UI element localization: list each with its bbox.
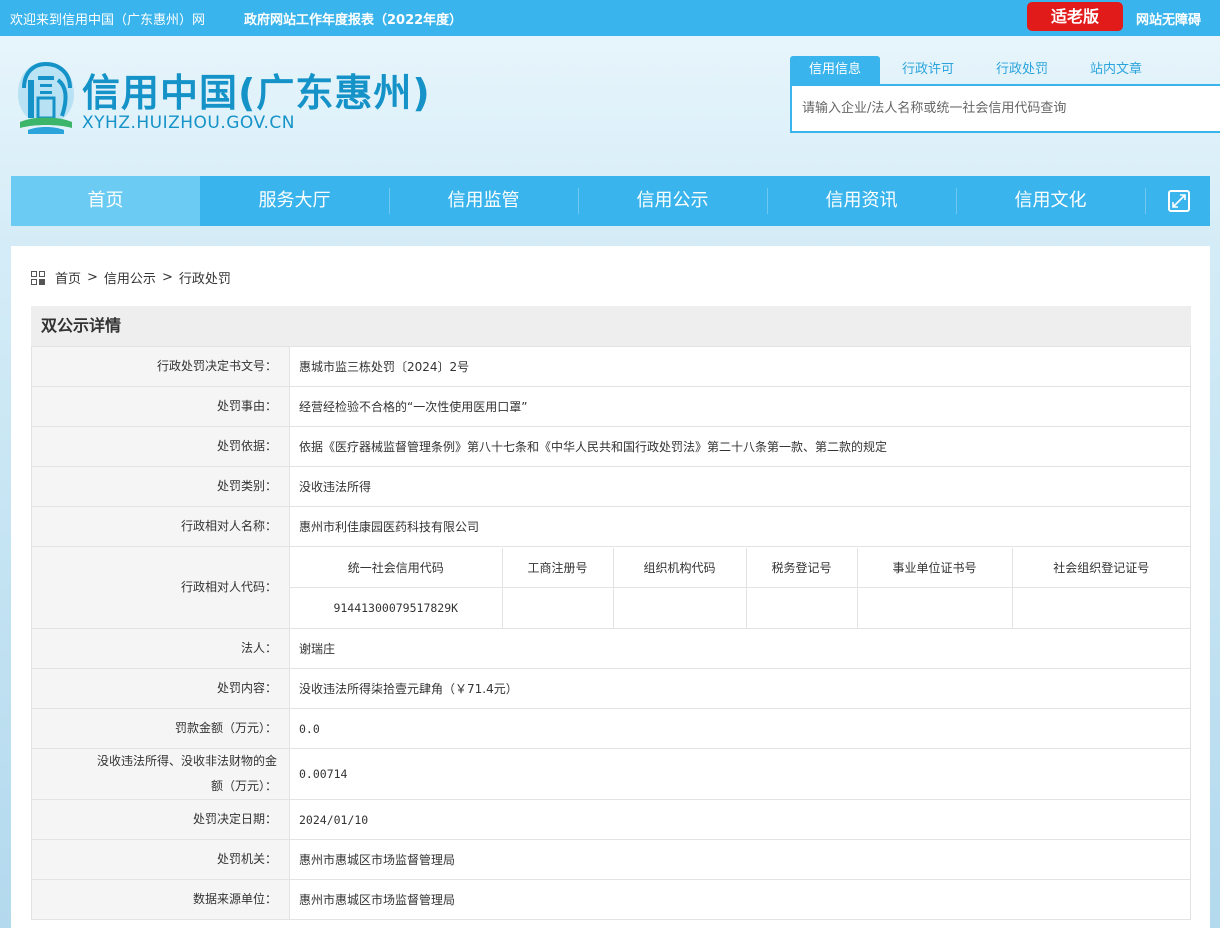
decision-number-value: 惠城市监三栋处罚〔2024〕2号 — [289, 346, 1191, 387]
party-name-value: 惠州市利佳康园医药科技有限公司 — [289, 506, 1191, 547]
table-row: 行政相对人代码： 统一社会信用代码 工商注册号 组织机构代码 税务登记号 事业单… — [31, 546, 1191, 629]
data-source-value: 惠州市惠城区市场监督管理局 — [289, 879, 1191, 920]
main-nav: 首页 服务大厅 信用监管 信用公示 信用资讯 信用文化 — [11, 176, 1210, 226]
row-label: 行政相对人代码： — [31, 546, 290, 629]
table-row: 罚款金额（万元）： 0.0 — [31, 708, 1191, 749]
penalty-category-value: 没收违法所得 — [289, 466, 1191, 507]
penalty-authority-value: 惠州市惠城区市场监督管理局 — [289, 839, 1191, 880]
detail-heading: 双公示详情 — [31, 306, 1191, 346]
party-code-cell: 统一社会信用代码 工商注册号 组织机构代码 税务登记号 事业单位证书号 社会组织… — [289, 546, 1191, 629]
code-header: 统一社会信用代码 — [290, 547, 503, 588]
nav-item-home[interactable]: 首页 — [11, 176, 200, 226]
code-header-row: 统一社会信用代码 工商注册号 组织机构代码 税务登记号 事业单位证书号 社会组织… — [290, 547, 1190, 588]
row-label: 行政相对人名称： — [31, 506, 290, 547]
site-domain: XYHZ.HUIZHOU.GOV.CN — [82, 113, 295, 133]
nav-item-credit-supervision[interactable]: 信用监管 — [389, 176, 578, 226]
code-header: 事业单位证书号 — [856, 547, 1013, 588]
welcome-text: 欢迎来到信用中国（广东惠州）网 — [10, 13, 206, 28]
row-label: 法人： — [31, 628, 290, 669]
breadcrumb-credit-publicity[interactable]: 信用公示 — [104, 268, 156, 287]
party-code-table: 统一社会信用代码 工商注册号 组织机构代码 税务登记号 事业单位证书号 社会组织… — [290, 547, 1190, 628]
row-label: 处罚事由： — [31, 386, 290, 427]
table-row: 没收违法所得、没收非法财物的金额（万元）： 0.00714 — [31, 748, 1191, 800]
code-value — [1011, 587, 1190, 628]
top-bar: 欢迎来到信用中国（广东惠州）网 政府网站工作年度报表（2022年度） 适老版 网… — [0, 0, 1220, 36]
code-header: 组织机构代码 — [612, 547, 747, 588]
breadcrumb-separator: > — [87, 270, 98, 285]
row-label: 数据来源单位： — [31, 879, 290, 920]
code-value — [745, 587, 858, 628]
fine-amount-value: 0.0 — [289, 708, 1191, 749]
code-value — [501, 587, 614, 628]
nav-item-service-hall[interactable]: 服务大厅 — [200, 176, 389, 226]
code-header: 社会组织登记证号 — [1011, 547, 1190, 588]
breadcrumb-home[interactable]: 首页 — [55, 268, 81, 287]
site-logo-icon[interactable] — [14, 58, 78, 138]
row-label: 行政处罚决定书文号： — [31, 346, 290, 387]
table-row: 行政处罚决定书文号： 惠城市监三栋处罚〔2024〕2号 — [31, 346, 1191, 387]
expand-icon[interactable] — [1168, 190, 1190, 212]
nav-divider — [1145, 188, 1146, 214]
grid-icon — [31, 270, 45, 285]
code-header: 税务登记号 — [745, 547, 858, 588]
table-row: 处罚事由： 经营经检验不合格的“一次性使用医用口罩” — [31, 386, 1191, 427]
search-tab-admin-license[interactable]: 行政许可 — [886, 56, 970, 84]
search-tab-site-articles[interactable]: 站内文章 — [1074, 56, 1158, 84]
row-label: 处罚内容： — [31, 668, 290, 709]
table-row: 处罚内容： 没收违法所得柒拾壹元肆角（￥71.4元） — [31, 668, 1191, 709]
code-value-row: 91441300079517829K — [290, 587, 1190, 628]
table-row: 法人： 谢瑞庄 — [31, 628, 1191, 669]
row-label: 处罚机关： — [31, 839, 290, 880]
elder-mode-button[interactable]: 适老版 — [1027, 2, 1123, 31]
penalty-reason-value: 经营经检验不合格的“一次性使用医用口罩” — [289, 386, 1191, 427]
table-row: 数据来源单位： 惠州市惠城区市场监督管理局 — [31, 879, 1191, 920]
confiscation-amount-value: 0.00714 — [289, 748, 1191, 800]
content-panel: 首页 > 信用公示 > 行政处罚 双公示详情 行政处罚决定书文号： 惠城市监三栋… — [11, 246, 1210, 928]
table-row: 处罚机关： 惠州市惠城区市场监督管理局 — [31, 839, 1191, 880]
search-tab-admin-penalty[interactable]: 行政处罚 — [980, 56, 1064, 84]
legal-person-value: 谢瑞庄 — [289, 628, 1191, 669]
table-row: 处罚依据： 依据《医疗器械监督管理条例》第八十七条和《中华人民共和国行政处罚法》… — [31, 426, 1191, 467]
table-row: 处罚决定日期： 2024/01/10 — [31, 799, 1191, 840]
code-value — [612, 587, 747, 628]
decision-date-value: 2024/01/10 — [289, 799, 1191, 840]
search-input[interactable] — [792, 86, 1220, 131]
row-label: 处罚类别： — [31, 466, 290, 507]
site-title: 信用中国(广东惠州) — [82, 71, 431, 115]
detail-table: 行政处罚决定书文号： 惠城市监三栋处罚〔2024〕2号 处罚事由： 经营经检验不… — [31, 346, 1191, 920]
breadcrumb-separator: > — [161, 270, 173, 285]
table-row: 处罚类别： 没收违法所得 — [31, 466, 1191, 507]
search-tab-credit-info[interactable]: 信用信息 — [790, 56, 880, 84]
annual-report-link[interactable]: 政府网站工作年度报表（2022年度） — [244, 9, 462, 28]
table-row: 行政相对人名称： 惠州市利佳康园医药科技有限公司 — [31, 506, 1191, 547]
row-label: 处罚依据： — [31, 426, 290, 467]
accessibility-link[interactable]: 网站无障碍 — [1136, 9, 1201, 28]
penalty-content-value: 没收违法所得柒拾壹元肆角（￥71.4元） — [289, 668, 1191, 709]
nav-item-credit-publicity[interactable]: 信用公示 — [578, 176, 767, 226]
row-label: 没收违法所得、没收非法财物的金额（万元）： — [31, 748, 290, 800]
row-label: 罚款金额（万元）： — [31, 708, 290, 749]
nav-item-credit-culture[interactable]: 信用文化 — [956, 176, 1145, 226]
search-box — [790, 84, 1220, 133]
breadcrumb-admin-penalty: 行政处罚 — [178, 272, 231, 287]
credit-code-value: 91441300079517829K — [290, 587, 503, 628]
penalty-basis-value: 依据《医疗器械监督管理条例》第八十七条和《中华人民共和国行政处罚法》第二十八条第… — [289, 426, 1191, 467]
row-label: 处罚决定日期： — [31, 799, 290, 840]
code-value — [856, 587, 1013, 628]
breadcrumb: 首页 > 信用公示 > 行政处罚 — [31, 268, 231, 287]
code-header: 工商注册号 — [501, 547, 614, 588]
nav-item-credit-news[interactable]: 信用资讯 — [767, 176, 956, 226]
